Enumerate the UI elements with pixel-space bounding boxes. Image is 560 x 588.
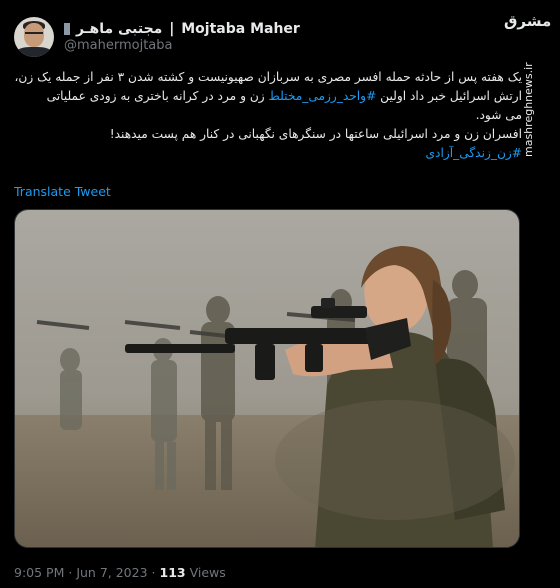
avatar-glasses (25, 32, 43, 38)
tweet-text: یک هفته پس از حادثه حمله افسر مصری به سر… (14, 68, 522, 163)
flag-icon (64, 23, 70, 35)
tweet-time[interactable]: 9:05 PM (14, 565, 64, 580)
meta-separator-1: · (68, 565, 73, 580)
avatar-suit (16, 47, 52, 57)
views-count: 113 (159, 565, 186, 580)
tweet-date[interactable]: Jun 7, 2023 (76, 565, 147, 580)
tweet-meta: 9:05 PM · Jun 7, 2023 · 113 Views (14, 565, 226, 580)
soldiers-photo-illustration (15, 210, 519, 547)
tweet-line-1: یک هفته پس از حادثه حمله افسر مصری به سر… (14, 70, 522, 84)
author-name-row[interactable]: مجتبی ماهـر | Mojtaba Maher (64, 20, 300, 38)
hashtag-mixed-unit[interactable]: #واحد_رزمی_مختلط (269, 89, 377, 103)
name-separator: | (164, 21, 180, 37)
tweet-photo[interactable] (14, 209, 520, 548)
tweet-card: مجتبی ماهـر | Mojtaba Maher @mahermojtab… (0, 0, 560, 588)
hashtag-woman-life-freedom[interactable]: #زن_زندگی_آزادی (426, 146, 523, 160)
avatar[interactable] (14, 17, 54, 57)
tweet-line-2: ارتش اسرائیل خبر داد اولین #واحد_رزمی_مخ… (14, 87, 522, 106)
views-label: Views (189, 565, 226, 580)
author-display-name: Mojtaba Maher (181, 21, 300, 37)
tweet-line-4: افسران زن و مرد اسرائیلی ساعتها در سنگره… (109, 127, 522, 141)
tweet-line-3: می شود. (475, 108, 522, 122)
tweet-line-5: #زن_زندگی_آزادی (14, 144, 523, 163)
author-name-alt: مجتبی ماهـر (76, 21, 163, 37)
site-logo: مشرق (504, 12, 552, 30)
meta-separator-2: · (151, 565, 156, 580)
translate-tweet-link[interactable]: Translate Tweet (14, 184, 111, 199)
tweet-line-2b: زن و مرد در کرانه باختری به زودی عملیاتی (46, 89, 265, 103)
watermark: mashreghnews.ir (522, 62, 535, 158)
author-handle[interactable]: @mahermojtaba (64, 38, 173, 53)
tweet-line-2a: ارتش اسرائیل خبر داد اولین (380, 89, 522, 103)
